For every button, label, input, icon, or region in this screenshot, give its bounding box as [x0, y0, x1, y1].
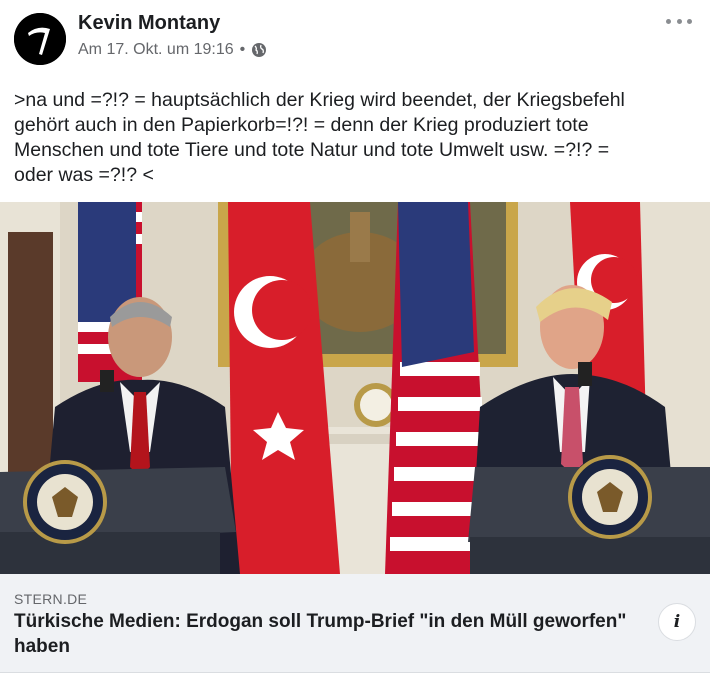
post-text: >na und =?!? = hauptsächlich der Krieg w…: [14, 89, 625, 186]
post-meta: Am 17. Okt. um 19:16 •: [78, 41, 267, 59]
link-preview[interactable]: STERN.DE Türkische Medien: Erdogan soll …: [0, 574, 710, 673]
more-options-icon[interactable]: [666, 14, 692, 28]
meta-separator: •: [239, 41, 246, 58]
press-conference-photo: [0, 202, 710, 574]
avatar-logo: [14, 13, 66, 65]
link-source: STERN.DE: [14, 591, 88, 607]
avatar[interactable]: [14, 13, 66, 65]
globe-icon[interactable]: [251, 42, 267, 58]
post-header: Kevin Montany Am 17. Okt. um 19:16 •: [0, 0, 710, 72]
post-image[interactable]: [0, 202, 710, 574]
info-icon[interactable]: i: [658, 603, 696, 641]
post-timestamp[interactable]: Am 17. Okt. um 19:16: [78, 41, 234, 59]
author-name[interactable]: Kevin Montany: [78, 12, 220, 35]
link-title[interactable]: Türkische Medien: Erdogan soll Trump-Bri…: [14, 609, 644, 659]
